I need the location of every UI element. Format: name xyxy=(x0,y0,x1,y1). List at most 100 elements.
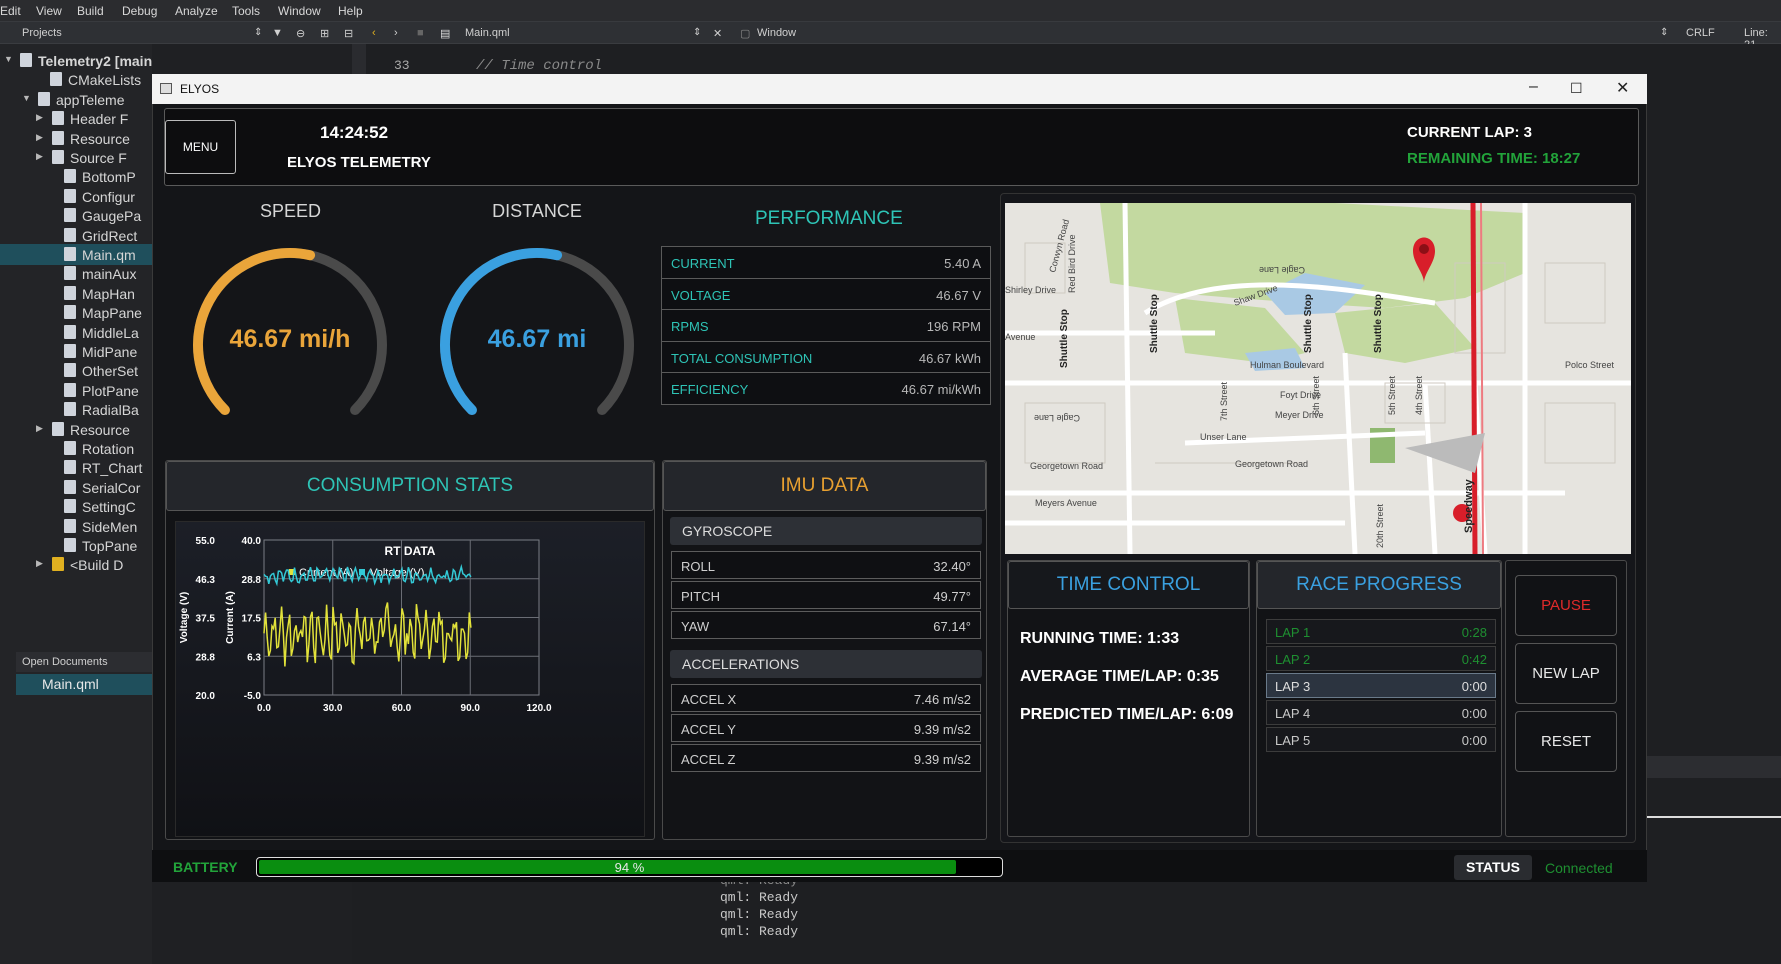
expand-arrow-icon[interactable]: ▶ xyxy=(36,558,43,569)
tree-item[interactable]: ▼ Telemetry2 [main] xyxy=(0,50,152,71)
menu-help[interactable]: Help xyxy=(338,4,363,18)
tree-item[interactable]: ▶ Resource xyxy=(0,419,152,440)
output-pane-header xyxy=(1647,756,1781,778)
map-label: Shuttle Stop xyxy=(1373,294,1384,353)
speed-title: SPEED xyxy=(260,201,322,221)
menu-window[interactable]: Window xyxy=(278,4,321,18)
x-tick-label: 60.0 xyxy=(392,703,412,714)
link-icon[interactable]: ⊖ xyxy=(296,27,305,40)
map-label: Georgetown Road xyxy=(1235,459,1308,469)
project-tree: ▼ Telemetry2 [main] CMakeLists ▼ appTeleme ▶ H… xyxy=(0,44,152,964)
running-time: RUNNING TIME: 1:33 xyxy=(1020,630,1180,647)
tree-item[interactable]: RT_Chart xyxy=(0,457,152,478)
tree-item[interactable]: Rotation xyxy=(0,438,152,459)
pause-button[interactable]: PAUSE xyxy=(1515,575,1617,636)
expand-arrow-icon[interactable]: ▶ xyxy=(36,423,43,434)
menu-tools[interactable]: Tools xyxy=(232,4,260,18)
menu-button[interactable]: MENU xyxy=(165,120,236,174)
lap-label: LAP 3 xyxy=(1275,679,1311,694)
tree-item[interactable]: Main.qm xyxy=(0,244,152,265)
current-lap: CURRENT LAP: 3 xyxy=(1407,124,1533,141)
new-lap-button[interactable]: NEW LAP xyxy=(1515,643,1617,704)
lap-label: LAP 1 xyxy=(1275,625,1311,640)
tree-item[interactable]: ▶ Resource xyxy=(0,128,152,149)
expand-arrow-icon[interactable]: ▶ xyxy=(36,112,43,123)
tree-item[interactable]: Configur xyxy=(0,186,152,207)
tree-item[interactable]: mainAux xyxy=(0,263,152,284)
status-button[interactable]: STATUS xyxy=(1454,855,1532,880)
expand-arrow-icon[interactable]: ▶ xyxy=(36,132,43,143)
tree-item[interactable]: MiddleLa xyxy=(0,322,152,343)
encoding-arrows-icon[interactable]: ⇕ xyxy=(1660,27,1668,38)
battery-percent: 94 % xyxy=(614,860,645,875)
tree-item[interactable]: SettingC xyxy=(0,496,152,517)
menu-build[interactable]: Build xyxy=(77,4,104,18)
menu-analyze[interactable]: Analyze xyxy=(175,4,218,18)
combo-arrows-icon[interactable]: ⇕ xyxy=(693,27,701,38)
close-icon[interactable]: ✕ xyxy=(1616,78,1629,98)
tree-item[interactable]: RadialBa xyxy=(0,399,152,420)
series-line-voltage xyxy=(263,563,472,587)
remaining-time: REMAINING TIME: 18:27 xyxy=(1407,150,1581,167)
file-icon xyxy=(64,402,76,417)
tree-item[interactable]: ▶ Header F xyxy=(0,108,152,129)
tree-item[interactable]: MapPane xyxy=(0,302,152,323)
tree-item[interactable]: ▶ Source F xyxy=(0,147,152,168)
file-icon xyxy=(64,208,76,223)
code-line: // Time control xyxy=(476,58,603,74)
accel-key: ACCEL X xyxy=(681,692,737,707)
line-ending[interactable]: CRLF xyxy=(1686,27,1715,39)
ide-menubar: Edit View Build Debug Analyze Tools Wind… xyxy=(0,0,1781,22)
tree-item-label: MiddleLa xyxy=(82,324,139,341)
performance-key: VOLTAGE xyxy=(671,287,731,303)
menu-view[interactable]: View xyxy=(36,4,62,18)
application-output: qml: Ready qml: Ready qml: Ready qml: Re… xyxy=(352,870,1781,964)
forward-icon[interactable]: › xyxy=(394,27,398,39)
tree-item-label: BottomP xyxy=(82,169,136,186)
symbol-combo[interactable]: Window xyxy=(757,27,796,39)
sort-icon[interactable]: ⇕ xyxy=(254,27,262,38)
close-pane-icon[interactable]: ⊟ xyxy=(344,27,353,40)
tree-item[interactable]: BottomP xyxy=(0,166,152,187)
rt-chart: RT DATA Current (A) Voltage (V) 0.0 30.0 60.… xyxy=(179,536,552,714)
lap-time: 0:42 xyxy=(1461,652,1487,667)
accel-row: ACCEL Y 9.39 m/s2 xyxy=(671,714,981,742)
back-icon[interactable]: ‹ xyxy=(372,27,376,39)
tree-item[interactable]: SerialCor xyxy=(0,477,152,498)
maximize-icon[interactable]: ☐ xyxy=(1570,80,1583,97)
gyro-key: YAW xyxy=(681,619,710,634)
projects-combo[interactable]: Projects xyxy=(22,27,62,39)
split-icon[interactable]: ⊞ xyxy=(320,27,329,40)
expand-arrow-icon[interactable]: ▶ xyxy=(36,151,43,162)
tree-item[interactable]: OtherSet xyxy=(0,360,152,381)
gyro-key: PITCH xyxy=(681,589,720,604)
tree-item[interactable]: MapHan xyxy=(0,283,152,304)
minimize-icon[interactable]: – xyxy=(1529,78,1538,96)
open-document-item[interactable]: Main.qml xyxy=(16,674,152,695)
menu-edit[interactable]: Edit xyxy=(0,4,21,18)
ide-toolbar: Projects ⇕ ▼ ⊖ ⊞ ⊟ ‹ › ■ ▤ Main.qml ⇕ ✕ … xyxy=(0,22,1781,51)
tree-item[interactable]: TopPane xyxy=(0,535,152,556)
tree-item[interactable]: ▼ appTeleme xyxy=(0,89,152,110)
expand-arrow-icon[interactable]: ▼ xyxy=(4,54,13,64)
tree-item[interactable]: ▶ <Build D xyxy=(0,554,152,575)
map-label: Avenue xyxy=(1005,332,1035,342)
lap-time: 0:00 xyxy=(1461,733,1487,748)
tree-item[interactable]: SideMen xyxy=(0,516,152,537)
reset-button[interactable]: RESET xyxy=(1515,711,1617,772)
close-file-icon[interactable]: ✕ xyxy=(713,27,722,40)
open-file-combo[interactable]: Main.qml xyxy=(465,27,510,39)
performance-title: PERFORMANCE xyxy=(755,208,903,229)
map-view[interactable]: Corwyn Road Red Bird Drive Cagle Lane Sh… xyxy=(1005,203,1631,554)
tree-item[interactable]: PlotPane xyxy=(0,380,152,401)
tree-item[interactable]: GridRect xyxy=(0,225,152,246)
tree-item[interactable]: MidPane xyxy=(0,341,152,362)
tree-item[interactable]: CMakeLists xyxy=(0,69,152,90)
performance-row: RPMS 196 RPM xyxy=(661,309,991,342)
tree-item[interactable]: GaugePa xyxy=(0,205,152,226)
filter-icon[interactable]: ▼ xyxy=(272,27,283,39)
expand-arrow-icon[interactable]: ▼ xyxy=(22,93,31,103)
accel-key: ACCEL Z xyxy=(681,752,736,767)
menu-debug[interactable]: Debug xyxy=(122,4,157,18)
performance-key: CURRENT xyxy=(671,256,735,271)
